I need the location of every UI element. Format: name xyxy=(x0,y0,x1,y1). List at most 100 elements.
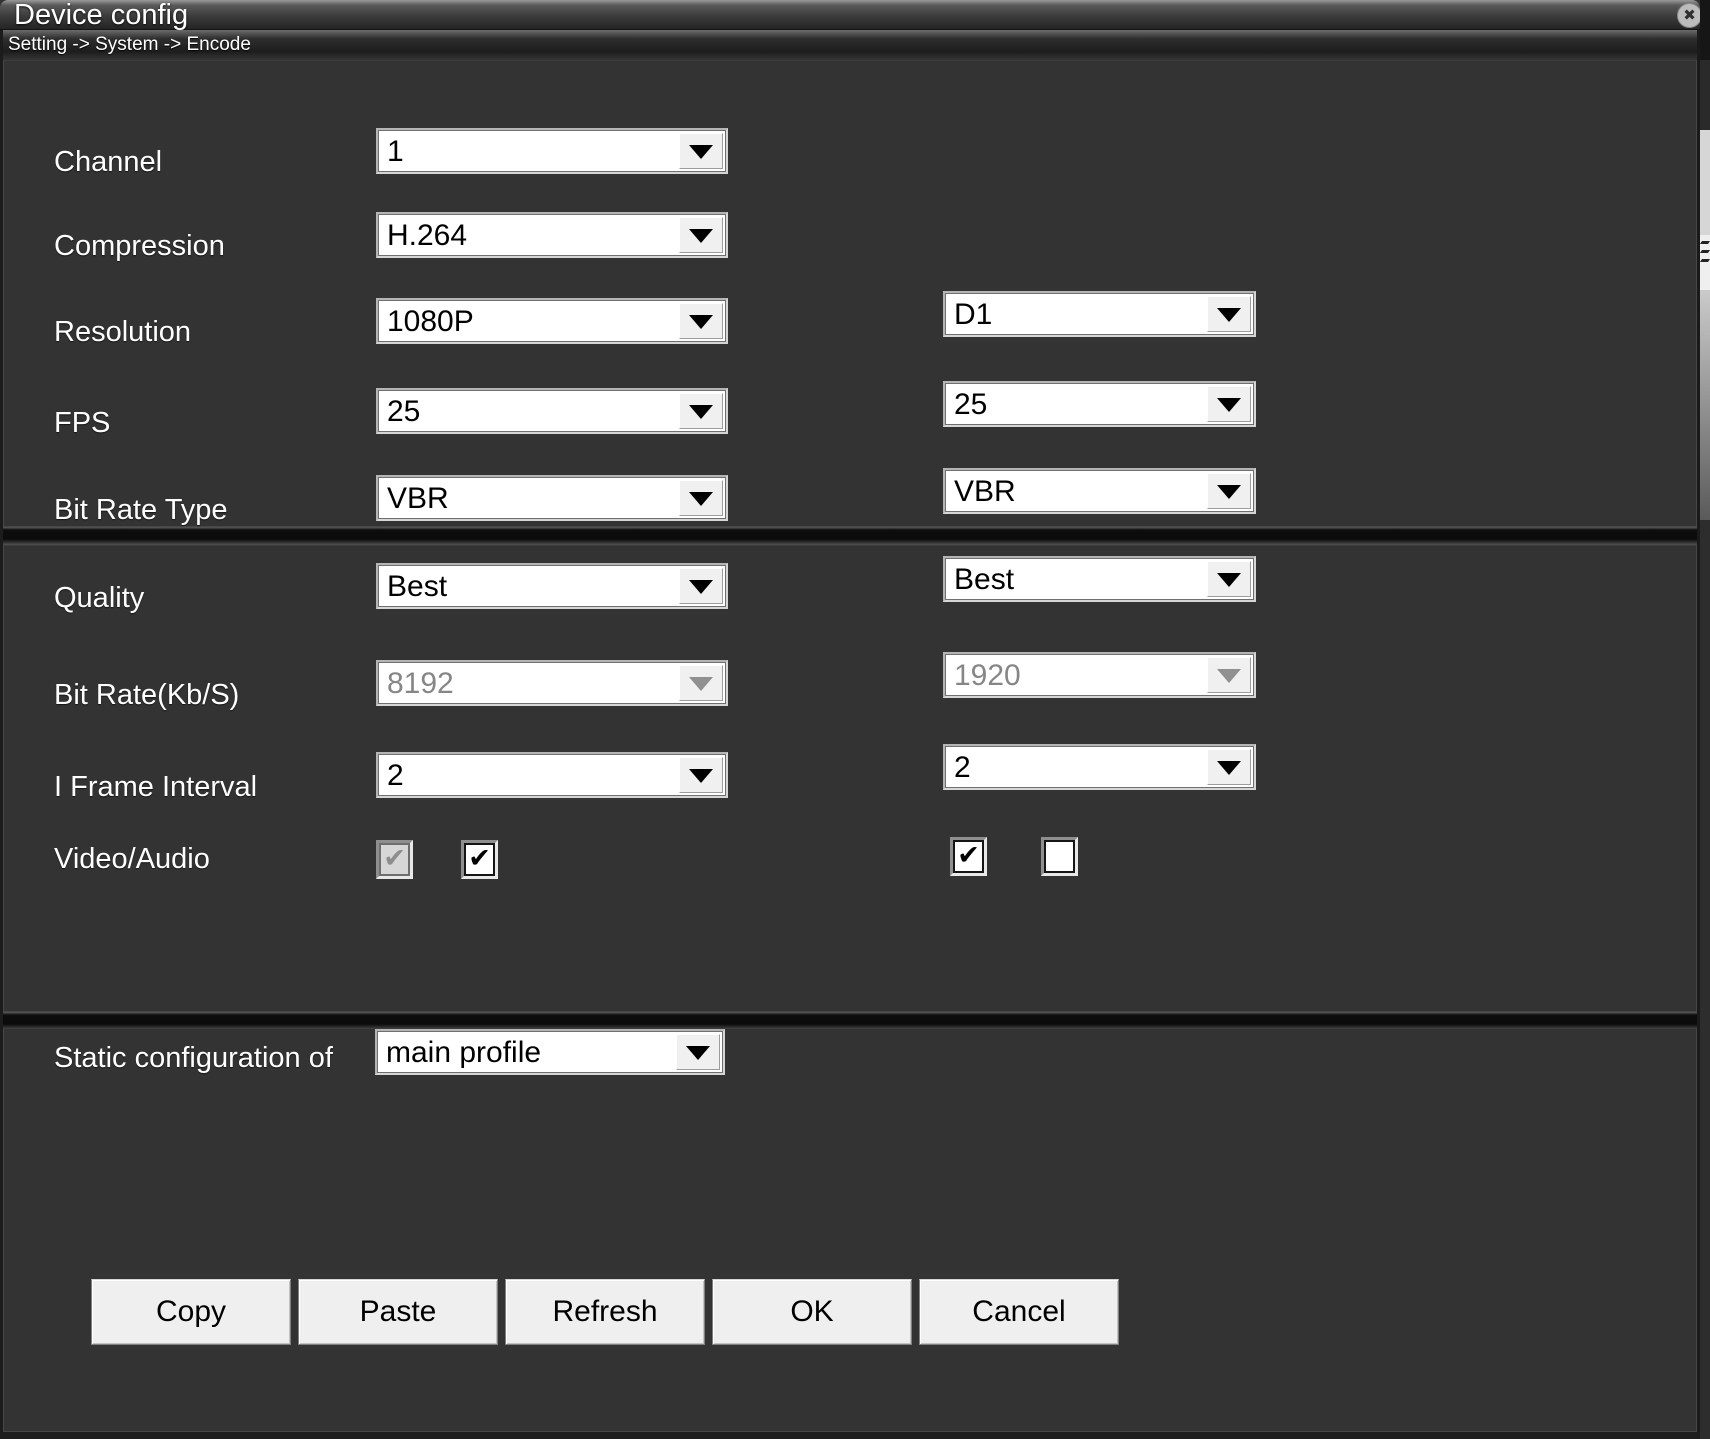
panel-static-config xyxy=(3,1028,1697,1432)
quality-select-sub[interactable]: Best xyxy=(943,556,1256,602)
panel-stream-settings-top xyxy=(3,60,1697,527)
video-checkbox-main: ✔ xyxy=(376,840,413,879)
bitrate-label: Bit Rate(Kb/S) xyxy=(54,680,239,710)
dropdown-arrow-button xyxy=(679,665,723,701)
iframe-interval-label: I Frame Interval xyxy=(54,772,257,802)
dropdown-arrow-button xyxy=(1207,657,1251,693)
selected-value: 2 xyxy=(387,755,674,797)
audio-checkbox-sub[interactable] xyxy=(1041,837,1078,876)
dropdown-arrow-button[interactable] xyxy=(1207,473,1251,509)
dropdown-arrow-button[interactable] xyxy=(679,217,723,253)
dropdown-arrow-button[interactable] xyxy=(1207,749,1251,785)
background-window-sliver xyxy=(1700,520,1710,1439)
section-divider xyxy=(3,527,1697,545)
paste-button[interactable]: Paste xyxy=(298,1279,498,1345)
dropdown-arrow-button[interactable] xyxy=(679,133,723,169)
titlebar: Device config xyxy=(0,0,1700,30)
fps-label: FPS xyxy=(54,408,110,438)
selected-value: Best xyxy=(954,559,1202,601)
background-window-sliver xyxy=(1700,290,1710,520)
refresh-button[interactable]: Refresh xyxy=(505,1279,705,1345)
iframe-interval-select-main[interactable]: 2 xyxy=(376,752,728,798)
selected-value: 1080P xyxy=(387,301,674,343)
dropdown-arrow-icon xyxy=(686,1046,710,1060)
selected-value: 1 xyxy=(387,131,674,173)
resolution-label: Resolution xyxy=(54,317,191,347)
dropdown-arrow-icon xyxy=(689,580,713,594)
bitrate-type-select-sub[interactable]: VBR xyxy=(943,468,1256,514)
selected-value: VBR xyxy=(387,478,674,520)
dropdown-arrow-button[interactable] xyxy=(676,1034,720,1070)
video-audio-label: Video/Audio xyxy=(54,844,210,874)
check-icon: ✔ xyxy=(468,845,491,872)
static-config-label: Static configuration of xyxy=(54,1043,333,1073)
selected-value: 25 xyxy=(954,384,1202,426)
channel-label: Channel xyxy=(54,147,162,177)
dropdown-arrow-button[interactable] xyxy=(1207,561,1251,597)
selected-value: 8192 xyxy=(387,663,674,705)
cancel-button[interactable]: Cancel xyxy=(919,1279,1119,1345)
bitrate-type-label: Bit Rate Type xyxy=(54,495,228,525)
dropdown-arrow-icon xyxy=(1217,485,1241,499)
close-icon: ✖ xyxy=(1683,8,1696,23)
resolution-select-sub[interactable]: D1 xyxy=(943,291,1256,337)
audio-checkbox-main[interactable]: ✔ xyxy=(461,840,498,879)
dropdown-arrow-button[interactable] xyxy=(679,757,723,793)
dropdown-arrow-icon xyxy=(689,145,713,159)
dropdown-arrow-button[interactable] xyxy=(679,480,723,516)
breadcrumb: Setting -> System -> Encode xyxy=(8,34,251,56)
selected-value: Best xyxy=(387,566,674,608)
dropdown-arrow-button[interactable] xyxy=(679,393,723,429)
bitrate-type-select-main[interactable]: VBR xyxy=(376,475,728,521)
selected-value: D1 xyxy=(954,294,1202,336)
selected-value: main profile xyxy=(386,1032,671,1074)
selected-value: VBR xyxy=(954,471,1202,513)
quality-label: Quality xyxy=(54,583,144,613)
compression-label: Compression xyxy=(54,231,225,261)
selected-value: 2 xyxy=(954,747,1202,789)
dropdown-arrow-button[interactable] xyxy=(679,568,723,604)
resolution-select-main[interactable]: 1080P xyxy=(376,298,728,344)
background-window-sliver xyxy=(1700,235,1710,290)
dropdown-arrow-icon xyxy=(689,492,713,506)
check-icon: ✔ xyxy=(383,845,406,872)
dropdown-arrow-icon xyxy=(689,229,713,243)
panel-stream-settings-bottom xyxy=(3,545,1697,1012)
video-checkbox-sub[interactable]: ✔ xyxy=(950,837,987,876)
iframe-interval-select-sub[interactable]: 2 xyxy=(943,744,1256,790)
selected-value: 1920 xyxy=(954,655,1202,697)
dropdown-arrow-button[interactable] xyxy=(1207,386,1251,422)
channel-select[interactable]: 1 xyxy=(376,128,728,174)
window-left-edge xyxy=(0,30,3,1439)
dropdown-arrow-icon xyxy=(1217,761,1241,775)
dropdown-arrow-icon xyxy=(689,769,713,783)
dropdown-arrow-icon xyxy=(689,315,713,329)
dropdown-arrow-icon xyxy=(1217,573,1241,587)
selected-value: H.264 xyxy=(387,215,674,257)
dropdown-arrow-icon xyxy=(689,677,713,691)
background-window-sliver xyxy=(1700,0,1710,60)
dropdown-arrow-icon xyxy=(1217,398,1241,412)
section-divider xyxy=(3,1012,1697,1028)
check-icon: ✔ xyxy=(957,842,980,869)
dialog-title: Device config xyxy=(14,0,188,30)
bitrate-select-main: 8192 xyxy=(376,660,728,706)
copy-button[interactable]: Copy xyxy=(91,1279,291,1345)
background-window-sliver xyxy=(1700,60,1710,130)
window-bottom-edge xyxy=(0,1432,1710,1439)
fps-select-main[interactable]: 25 xyxy=(376,388,728,434)
dropdown-arrow-icon xyxy=(1217,308,1241,322)
close-button[interactable]: ✖ xyxy=(1677,3,1702,28)
bitrate-select-sub: 1920 xyxy=(943,652,1256,698)
ok-button[interactable]: OK xyxy=(712,1279,912,1345)
dropdown-arrow-button[interactable] xyxy=(679,303,723,339)
compression-select[interactable]: H.264 xyxy=(376,212,728,258)
fps-select-sub[interactable]: 25 xyxy=(943,381,1256,427)
breadcrumb-bar: Setting -> System -> Encode xyxy=(0,30,1700,59)
selected-value: 25 xyxy=(387,391,674,433)
quality-select-main[interactable]: Best xyxy=(376,563,728,609)
dropdown-arrow-icon xyxy=(689,405,713,419)
dropdown-arrow-button[interactable] xyxy=(1207,296,1251,332)
dropdown-arrow-icon xyxy=(1217,669,1241,683)
static-profile-select[interactable]: main profile xyxy=(375,1029,725,1075)
